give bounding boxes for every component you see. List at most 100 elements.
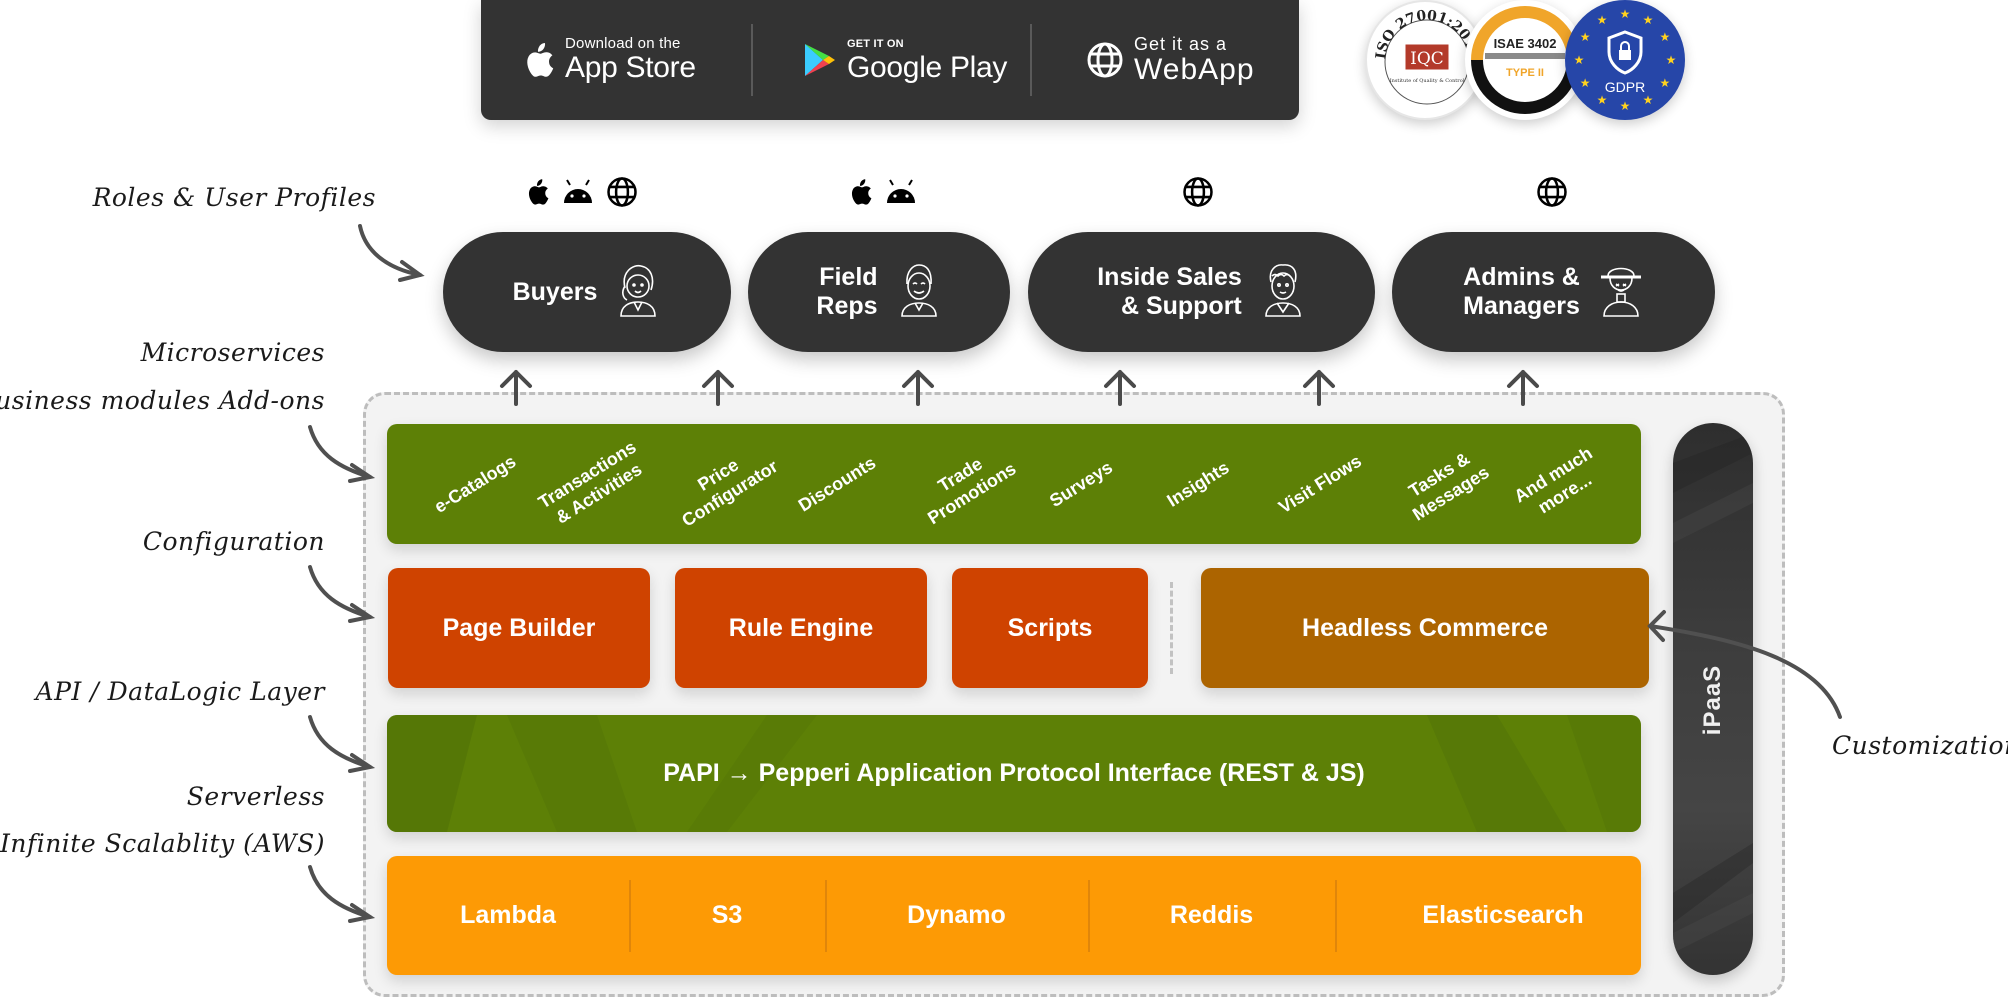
papi-label: PAPI → Pepperi Application Protocol Inte…	[663, 759, 1365, 787]
iqc-sub-text: Institute of Quality & Control	[1390, 78, 1465, 84]
annotation-scalability: Infinite Scalablity (AWS)	[0, 829, 325, 858]
role-pill-field-reps[interactable]: Field Reps	[748, 232, 1010, 352]
microservice-item[interactable]: Surveys	[1045, 456, 1116, 512]
annotation-customization: Customization	[1832, 731, 2008, 760]
google-play-icon	[805, 44, 835, 76]
store-divider	[1030, 24, 1032, 96]
platforms-field-reps	[847, 174, 917, 214]
microservice-item[interactable]: And much more...	[1510, 442, 1608, 526]
isae-type: TYPE II	[1506, 67, 1544, 79]
microservices-band: e-Catalogs Transactions & Activities Price C…	[387, 424, 1641, 544]
rule-engine-block[interactable]: Rule Engine	[675, 568, 927, 688]
up-arrow-icon	[498, 368, 534, 406]
globe-icon	[1087, 42, 1123, 78]
admin-avatar-icon	[1598, 262, 1644, 323]
up-arrow-icon	[1102, 368, 1138, 406]
up-arrow-icon	[1301, 368, 1337, 406]
star-icon: ★	[1597, 13, 1608, 27]
role-label: Buyers	[512, 277, 598, 306]
iqc-text: IQC	[1410, 49, 1444, 69]
star-icon: ★	[1620, 7, 1631, 21]
api-arrow	[308, 715, 376, 773]
google-play-small-text: GET IT ON	[847, 38, 904, 50]
scripts-block[interactable]: Scripts	[952, 568, 1148, 688]
role-label: Field	[819, 263, 878, 291]
star-icon: ★	[1574, 53, 1585, 67]
role-label: Admins &	[1463, 263, 1580, 291]
star-icon: ★	[1643, 13, 1654, 27]
platforms-buyers	[524, 174, 638, 214]
star-icon: ★	[1643, 93, 1654, 107]
annotation-roles: Roles & User Profiles	[92, 183, 376, 212]
role-pill-buyers[interactable]: Buyers	[443, 232, 731, 352]
download-bar: Download on the App Store GET IT ON Goog…	[481, 0, 1299, 120]
apple-icon	[847, 177, 873, 212]
aws-divider	[825, 880, 827, 952]
microservice-item[interactable]: Discounts	[794, 452, 879, 517]
app-store-small-text: Download on the	[565, 35, 681, 52]
star-icon: ★	[1620, 99, 1631, 113]
aws-service-dynamo[interactable]: Dynamo	[825, 856, 1088, 975]
microservice-item[interactable]: Price Configurator	[666, 436, 782, 531]
platforms-inside-sales	[1182, 174, 1214, 214]
globe-icon	[606, 176, 638, 213]
roles-arrow	[358, 224, 425, 282]
star-icon: ★	[1659, 30, 1670, 44]
configuration-arrow	[308, 565, 376, 623]
annotation-serverless: Serverless	[186, 782, 325, 811]
microservice-item[interactable]: Tasks & Messages	[1397, 443, 1493, 526]
ipaas-label: iPaaS	[1699, 664, 1726, 736]
webapp-button[interactable]: Get it as a WebApp	[1086, 0, 1255, 120]
config-divider	[1170, 582, 1173, 674]
role-pill-inside-sales[interactable]: Inside Sales & Support	[1028, 232, 1375, 352]
microservice-item[interactable]: e-Catalogs	[430, 450, 520, 517]
microservice-item[interactable]: Visit Flows	[1274, 450, 1365, 518]
annotation-api-layer: API / DataLogic Layer	[35, 677, 325, 706]
globe-icon	[1536, 176, 1568, 213]
aws-band: Lambda S3 Dynamo Reddis Elasticsearch	[387, 856, 1641, 975]
webapp-big-text: WebApp	[1134, 53, 1255, 86]
platforms-admins	[1536, 174, 1568, 214]
serverless-arrow	[308, 865, 376, 923]
app-store-big-text: App Store	[565, 51, 696, 84]
aws-service-reddis[interactable]: Reddis	[1088, 856, 1335, 975]
aws-divider	[1335, 880, 1337, 952]
google-play-big-text: Google Play	[847, 51, 1008, 84]
field-rep-avatar-icon	[896, 262, 942, 323]
page-builder-label: Page Builder	[442, 613, 596, 642]
annotation-business-modules: business modules Add-ons	[0, 386, 325, 415]
scripts-label: Scripts	[1007, 613, 1093, 642]
headless-commerce-label: Headless Commerce	[1302, 613, 1548, 642]
inside-sales-avatar-icon	[1260, 262, 1306, 323]
up-arrow-icon	[700, 368, 736, 406]
android-icon	[885, 178, 917, 210]
role-label: Inside Sales	[1097, 263, 1242, 291]
papi-band[interactable]: PAPI → Pepperi Application Protocol Inte…	[387, 715, 1641, 832]
android-icon	[562, 178, 594, 210]
aws-service-elasticsearch[interactable]: Elasticsearch	[1335, 856, 1641, 975]
app-store-button[interactable]: Download on the App Store	[521, 0, 696, 120]
gdpr-text: GDPR	[1605, 79, 1645, 95]
isae-title: ISAE 3402	[1494, 36, 1557, 51]
microservice-item[interactable]: Trade Promotions	[912, 439, 1020, 529]
aws-divider	[1088, 880, 1090, 952]
page-builder-block[interactable]: Page Builder	[388, 568, 650, 688]
google-play-button[interactable]: GET IT ON Google Play	[803, 0, 1007, 120]
microservice-item[interactable]: Insights	[1163, 456, 1233, 511]
headless-commerce-block[interactable]: Headless Commerce	[1201, 568, 1649, 688]
star-icon: ★	[1597, 93, 1608, 107]
apple-icon	[524, 177, 550, 212]
star-icon: ★	[1666, 53, 1677, 67]
aws-divider	[629, 880, 631, 952]
aws-service-s3[interactable]: S3	[629, 856, 825, 975]
role-pill-admins[interactable]: Admins & Managers	[1392, 232, 1715, 352]
ipaas-bar[interactable]: iPaaS	[1673, 423, 1753, 975]
globe-icon	[1182, 176, 1214, 213]
apple-icon	[527, 43, 554, 77]
annotation-microservices: Microservices	[140, 338, 325, 367]
up-arrow-icon	[900, 368, 936, 406]
aws-service-lambda[interactable]: Lambda	[387, 856, 629, 975]
buyer-avatar-icon	[615, 262, 661, 323]
microservice-item[interactable]: Transactions & Activities	[534, 436, 651, 532]
star-icon: ★	[1580, 76, 1591, 90]
